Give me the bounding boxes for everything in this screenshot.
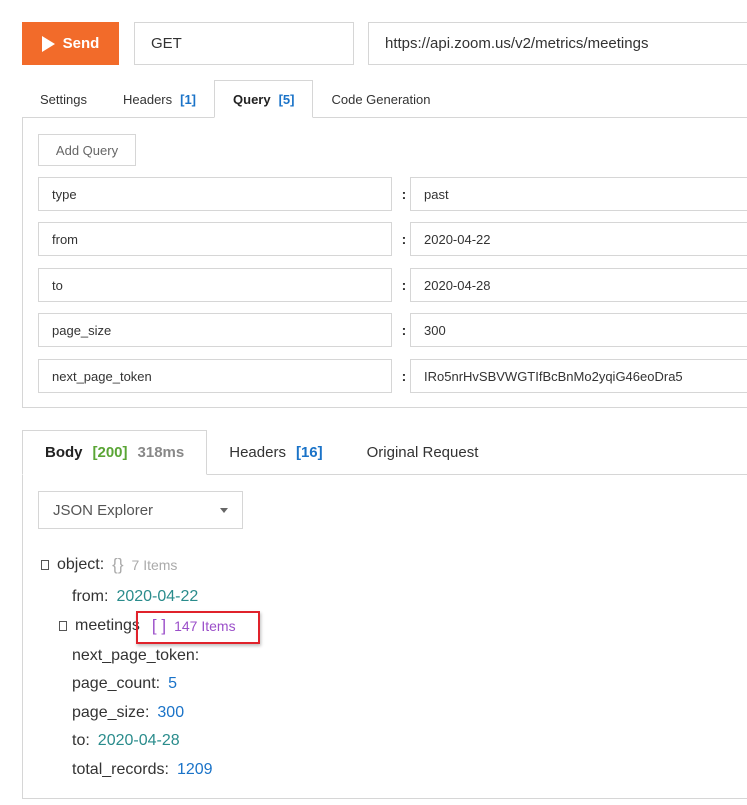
- query-key-input[interactable]: from: [38, 222, 392, 256]
- tree-key: to: [72, 732, 86, 749]
- query-separator: :: [401, 322, 407, 338]
- tree-key: page_count: [72, 675, 156, 692]
- tree-value: 300: [157, 704, 185, 721]
- tree-node-total-records: total_records: 1209: [72, 759, 213, 781]
- query-key: type: [52, 186, 77, 202]
- query-row: to : 2020-04-28: [38, 268, 747, 302]
- tab-original-request[interactable]: Original Request: [345, 430, 501, 475]
- query-value-input[interactable]: 300: [410, 313, 747, 347]
- tree-node-from: from: 2020-04-22: [72, 586, 198, 608]
- status-code: [200]: [92, 444, 128, 461]
- query-key-input[interactable]: next_page_token: [38, 359, 392, 393]
- item-count: 7 Items: [131, 557, 178, 573]
- query-value: 300: [424, 322, 446, 338]
- tab-settings[interactable]: Settings: [22, 80, 105, 118]
- query-row: from : 2020-04-22: [38, 222, 747, 256]
- query-key-input[interactable]: type: [38, 177, 392, 211]
- query-key: next_page_token: [52, 368, 152, 384]
- query-row: next_page_token : IRo5nrHvSBVWGTIfBcBnMo…: [38, 359, 747, 393]
- tab-label: Original Request: [366, 444, 479, 461]
- tab-code-generation[interactable]: Code Generation: [313, 80, 448, 118]
- tree-key: next_page_token: [72, 647, 195, 664]
- query-key: page_size: [52, 322, 112, 338]
- query-value-input[interactable]: IRo5nrHvSBVWGTIfBcBnMo2yqiG46eoDra5: [410, 359, 747, 393]
- url-value: https://api.zoom.us/v2/metrics/meetings: [385, 35, 649, 52]
- highlight-annotation: [136, 611, 260, 644]
- play-icon: [41, 35, 55, 52]
- add-query-button[interactable]: Add Query: [38, 134, 136, 166]
- collapse-toggle-icon[interactable]: [41, 560, 49, 570]
- query-separator: :: [401, 368, 407, 384]
- tab-label: Body: [45, 444, 83, 461]
- method-select[interactable]: GET: [134, 22, 354, 65]
- query-key: from: [52, 231, 78, 247]
- tree-colon: :: [144, 704, 150, 721]
- tab-count: [16]: [295, 444, 323, 461]
- query-value-input[interactable]: past: [410, 177, 747, 211]
- tree-colon: :: [99, 556, 105, 573]
- query-row: type : past: [38, 177, 747, 211]
- query-key: to: [52, 277, 63, 293]
- tree-key: from: [72, 588, 104, 605]
- tab-count: [1]: [180, 91, 197, 107]
- send-button[interactable]: Send: [22, 22, 119, 65]
- json-tree: object: {} 7 Items from: 2020-04-22 meet…: [23, 475, 747, 798]
- tree-value: 2020-04-22: [116, 588, 199, 605]
- tab-label: Settings: [40, 91, 87, 107]
- query-value: past: [424, 186, 449, 202]
- tab-label: Headers: [229, 444, 286, 461]
- tree-key: page_size: [72, 704, 145, 721]
- tree-value: 1209: [176, 761, 213, 778]
- tree-value: 2020-04-28: [97, 732, 180, 749]
- tab-response-headers[interactable]: Headers [16]: [207, 430, 344, 475]
- tab-label: Code Generation: [331, 91, 431, 107]
- tree-key: meetings: [75, 617, 140, 634]
- query-key-input[interactable]: page_size: [38, 313, 392, 347]
- tab-query[interactable]: Query [5]: [214, 80, 314, 118]
- object-brace: {}: [112, 555, 124, 574]
- tree-node-page-count: page_count: 5: [72, 673, 177, 695]
- tab-headers[interactable]: Headers [1]: [105, 80, 214, 118]
- request-tabs: Settings Headers [1] Query [5] Code Gene…: [22, 80, 449, 118]
- collapse-toggle-icon[interactable]: [59, 621, 67, 631]
- tree-node-page-size: page_size: 300: [72, 702, 184, 724]
- query-value: 2020-04-28: [424, 277, 491, 293]
- send-label: Send: [62, 35, 100, 52]
- query-value-input[interactable]: 2020-04-28: [410, 268, 747, 302]
- query-separator: :: [401, 186, 407, 202]
- tree-key: object: [57, 556, 100, 573]
- query-separator: :: [401, 231, 407, 247]
- response-time: 318ms: [137, 444, 185, 461]
- url-input[interactable]: https://api.zoom.us/v2/metrics/meetings: [368, 22, 747, 65]
- tree-value: 5: [168, 675, 177, 692]
- query-row: page_size : 300: [38, 313, 747, 347]
- tree-colon: :: [164, 761, 169, 778]
- tree-key: total_records: [72, 761, 165, 778]
- tab-count: [5]: [278, 91, 295, 107]
- query-value: 2020-04-22: [424, 231, 491, 247]
- tree-node-to: to: 2020-04-28: [72, 730, 180, 752]
- query-value: IRo5nrHvSBVWGTIfBcBnMo2yqiG46eoDra5: [424, 368, 683, 384]
- tab-label: Query: [233, 91, 271, 107]
- tree-node-root: object: {} 7 Items: [41, 554, 177, 576]
- tree-node-next-page-token: next_page_token:: [72, 645, 207, 667]
- tab-body[interactable]: Body [200] 318ms: [22, 430, 208, 475]
- tree-colon: :: [104, 588, 109, 605]
- response-tabs: Body [200] 318ms Headers [16] Original R…: [22, 430, 500, 475]
- tree-colon: :: [194, 647, 200, 664]
- query-value-input[interactable]: 2020-04-22: [410, 222, 747, 256]
- query-separator: :: [401, 277, 407, 293]
- response-panel: JSON Explorer object: {} 7 Items from: 2…: [22, 474, 747, 799]
- tree-colon: :: [85, 732, 90, 749]
- method-value: GET: [151, 35, 182, 52]
- tree-colon: :: [155, 675, 161, 692]
- query-panel: Add Query type : past from : 2020-04-22 …: [22, 117, 747, 408]
- tab-label: Headers: [122, 91, 173, 107]
- query-key-input[interactable]: to: [38, 268, 392, 302]
